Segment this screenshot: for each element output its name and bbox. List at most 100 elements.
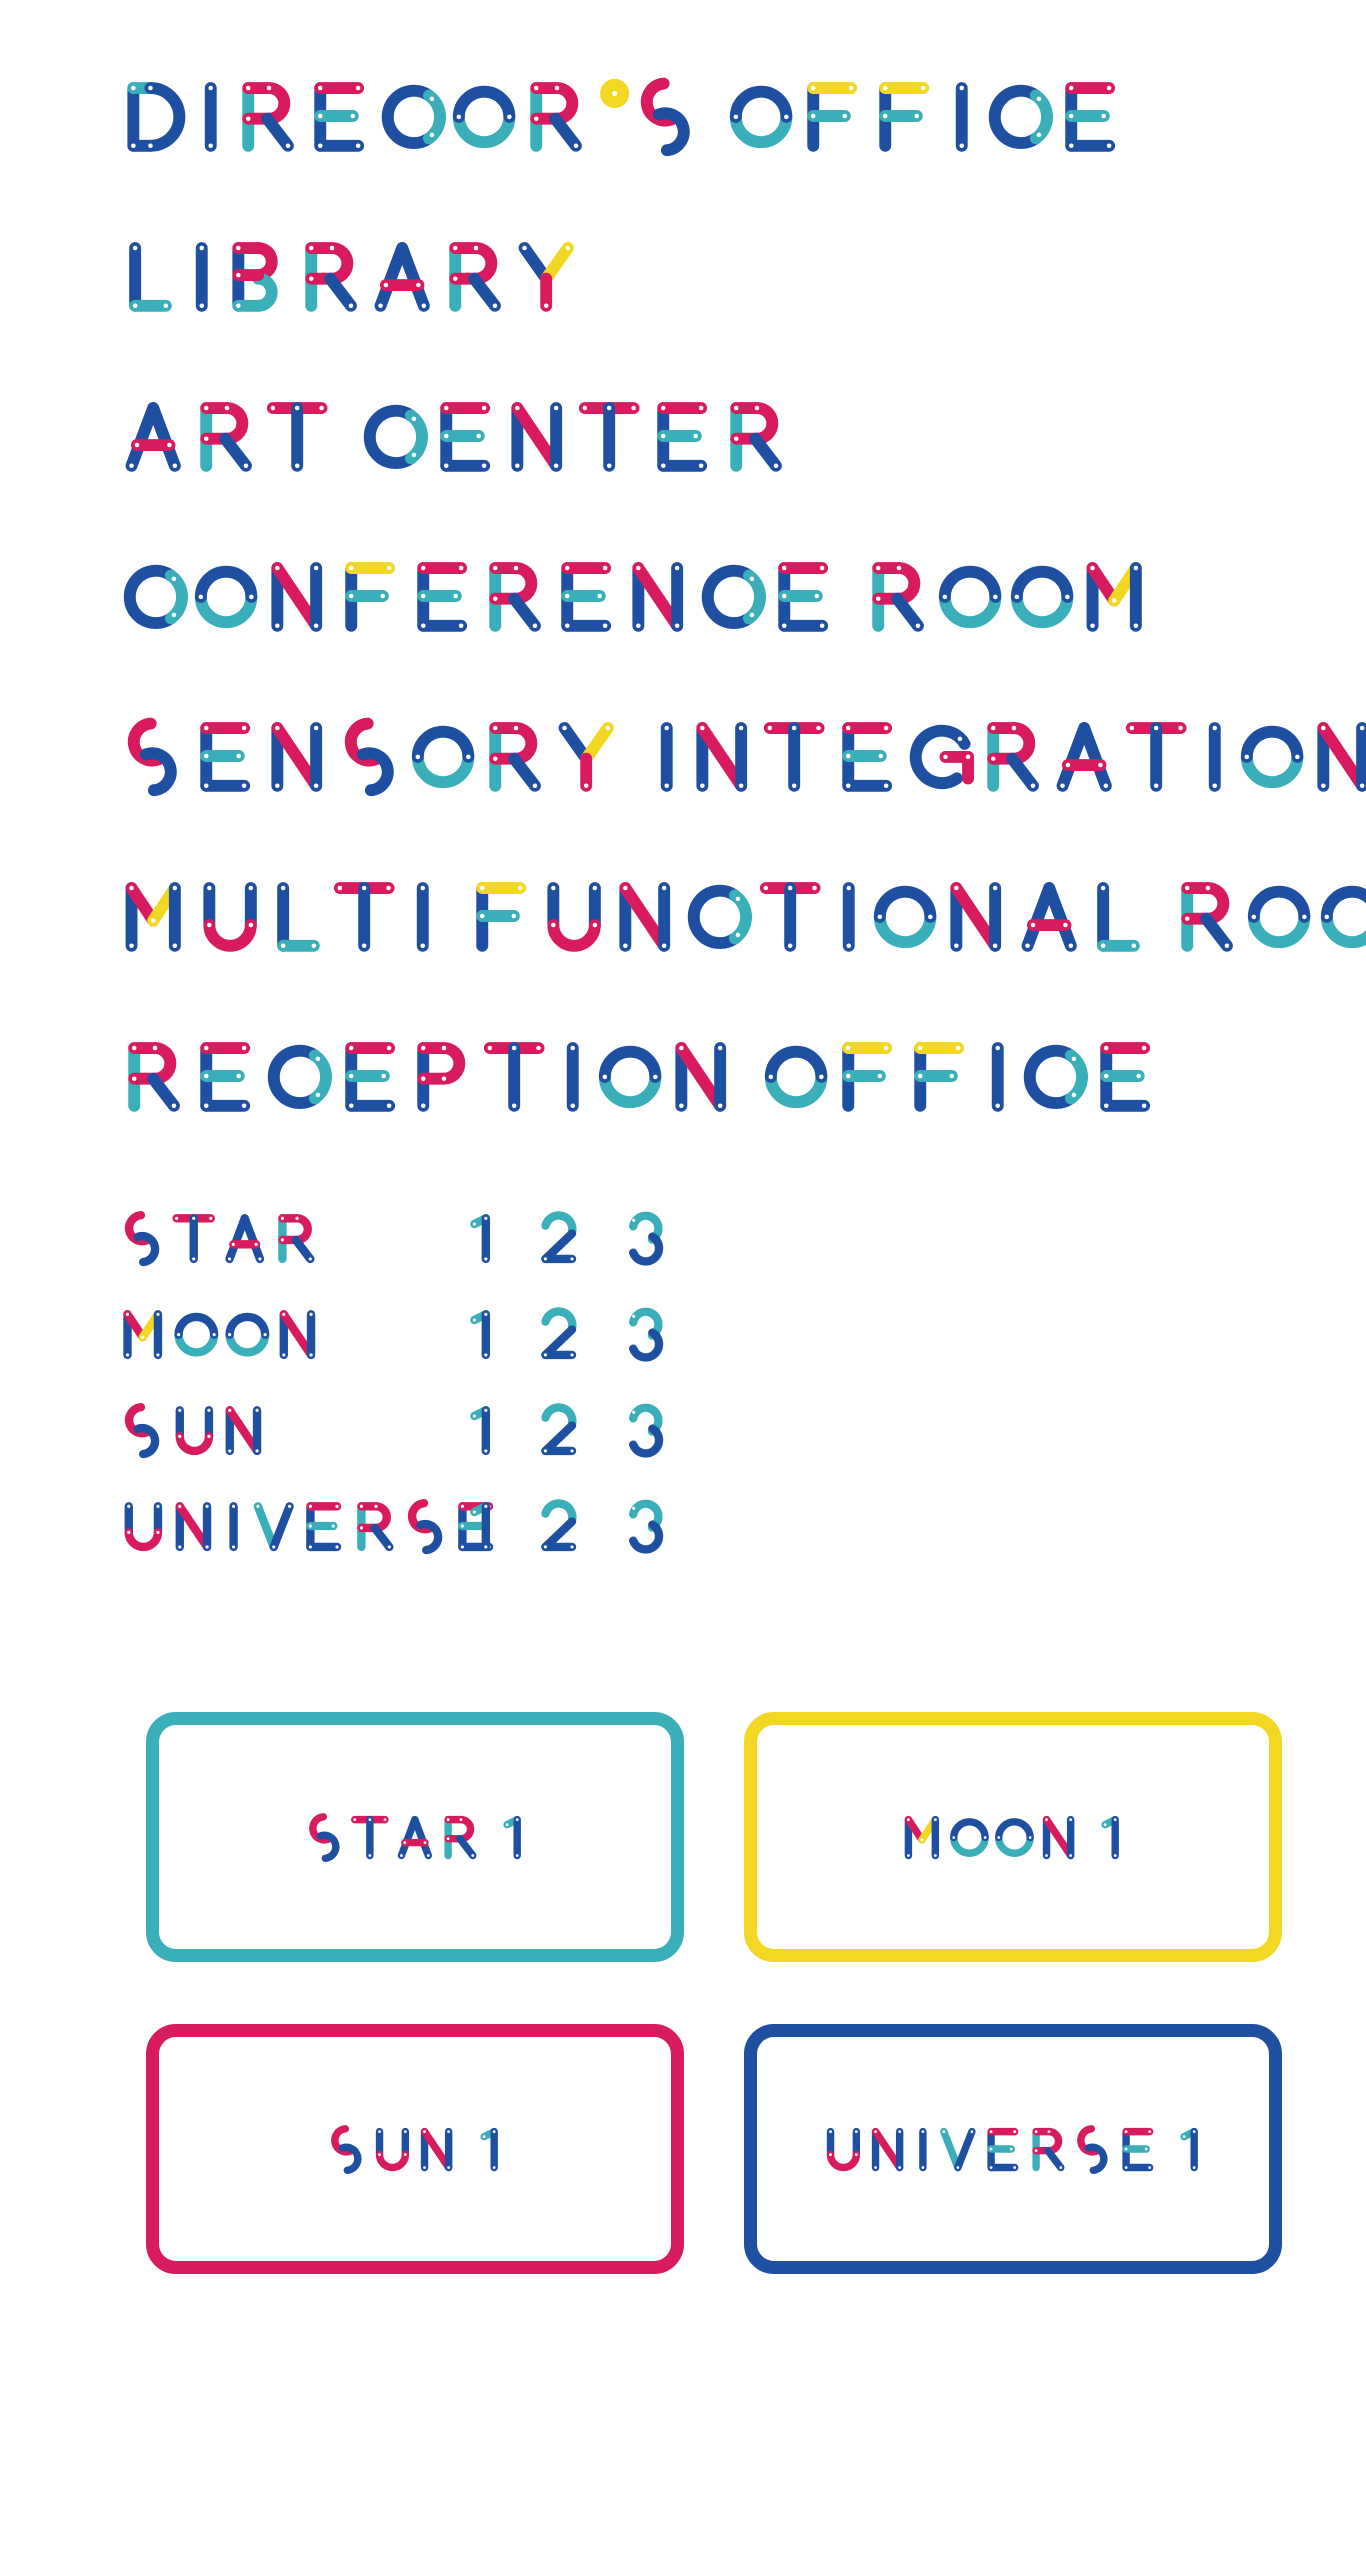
glyph-r	[232, 79, 304, 153]
glyph-1	[463, 1212, 498, 1264]
glyph-t	[262, 399, 335, 473]
glyph-c	[262, 1039, 334, 1113]
letter-space	[1082, 1855, 1096, 1856]
glyph-o	[992, 1814, 1037, 1860]
label-card-universe-1[interactable]	[744, 2024, 1282, 2274]
label-card-sun-1[interactable]	[146, 2024, 684, 2274]
glyph-t	[759, 719, 832, 793]
room-name-row	[118, 356, 1318, 516]
glyph-o	[1316, 879, 1366, 953]
group-number-set	[463, 1499, 671, 1554]
glyph-t	[348, 1814, 393, 1860]
glyph-u	[118, 1500, 169, 1552]
glyph-u	[821, 2126, 866, 2172]
letter-space	[483, 1855, 497, 1856]
letter-space	[444, 948, 466, 949]
glyph-a	[220, 1212, 271, 1264]
glyph-i	[828, 879, 870, 953]
glyph-i	[646, 719, 688, 793]
glyph-f	[832, 1039, 904, 1113]
group-number-set	[463, 1307, 671, 1362]
glyph-s	[118, 717, 190, 797]
glyph-d	[118, 79, 190, 153]
glyph-o	[448, 79, 520, 153]
glyph-r	[862, 559, 934, 633]
glyph-i	[977, 1039, 1019, 1113]
letter-space	[703, 148, 725, 149]
glyph-n	[169, 1500, 220, 1552]
glyph-r	[520, 79, 592, 153]
room-name-label	[118, 879, 1366, 953]
room-name-row	[118, 516, 1318, 676]
glyph-1	[1174, 2126, 1205, 2172]
glyph-e	[981, 2126, 1026, 2172]
glyph-e	[768, 559, 840, 633]
glyph-c	[118, 559, 190, 633]
glyph-r	[295, 239, 367, 313]
glyph-n	[415, 2126, 460, 2172]
glyph-y	[551, 719, 623, 793]
glyph-n	[1308, 719, 1366, 793]
glyph-t	[169, 1212, 220, 1264]
glyph-e	[190, 1039, 262, 1113]
glyph-t	[329, 879, 402, 953]
glyph-l	[266, 879, 329, 953]
glyph-o	[1006, 559, 1078, 633]
glyph-e	[1090, 1039, 1162, 1113]
glyph-r	[720, 399, 792, 473]
glyph-s	[401, 1499, 452, 1555]
glyph-s	[325, 2125, 370, 2174]
glyph-r	[271, 1212, 322, 1264]
letter-space	[1149, 948, 1171, 949]
glyph-n	[610, 879, 682, 953]
glyph-n	[273, 1308, 324, 1360]
glyph-r	[1026, 2126, 1071, 2172]
glyph-2	[534, 1403, 585, 1456]
glyph-s	[118, 1403, 169, 1459]
letter-space	[738, 1108, 760, 1109]
glyph-s	[118, 1211, 169, 1267]
label-card-grid	[146, 1712, 1282, 2274]
group-row	[118, 1286, 818, 1382]
label-card-text	[900, 1814, 1126, 1860]
glyph-s	[631, 77, 703, 157]
glyph-v	[936, 2126, 981, 2172]
glyph-f	[466, 879, 538, 953]
glyph-a	[367, 239, 439, 313]
group-number	[463, 1212, 498, 1264]
group-number-list	[118, 1190, 818, 1574]
glyph-c	[376, 79, 448, 153]
glyph-o	[171, 1308, 222, 1360]
glyph-n	[941, 879, 1013, 953]
glyph-s	[1071, 2125, 1116, 2174]
glyph-2	[534, 1307, 585, 1360]
glyph-e	[304, 79, 376, 153]
glyph-1	[463, 1500, 498, 1552]
group-number	[534, 1211, 585, 1264]
label-card-star-1[interactable]	[146, 1712, 684, 1962]
letter-space	[335, 468, 357, 469]
glyph-m	[118, 879, 194, 953]
room-name-row	[118, 676, 1366, 836]
glyph-f	[869, 79, 941, 153]
glyph-r	[1171, 879, 1243, 953]
letter-space	[460, 2167, 474, 2168]
group-number	[534, 1499, 585, 1552]
glyph-m	[118, 1308, 171, 1360]
glyph-i	[219, 1500, 248, 1552]
glyph-b	[223, 239, 295, 313]
glyph-g	[904, 719, 976, 793]
letter-space	[623, 788, 645, 789]
glyph-r	[350, 1500, 401, 1552]
glyph-f	[797, 79, 869, 153]
glyph-n	[623, 559, 695, 633]
glyph-a	[118, 399, 190, 473]
group-number	[621, 1211, 672, 1266]
glyph-r	[438, 1814, 483, 1860]
label-card-moon-1[interactable]	[744, 1712, 1282, 1962]
glyph-a	[1049, 719, 1121, 793]
glyph-1	[497, 1814, 528, 1860]
glyph-e	[299, 1500, 350, 1552]
glyph-r	[439, 239, 511, 313]
group-number-set	[463, 1403, 671, 1458]
